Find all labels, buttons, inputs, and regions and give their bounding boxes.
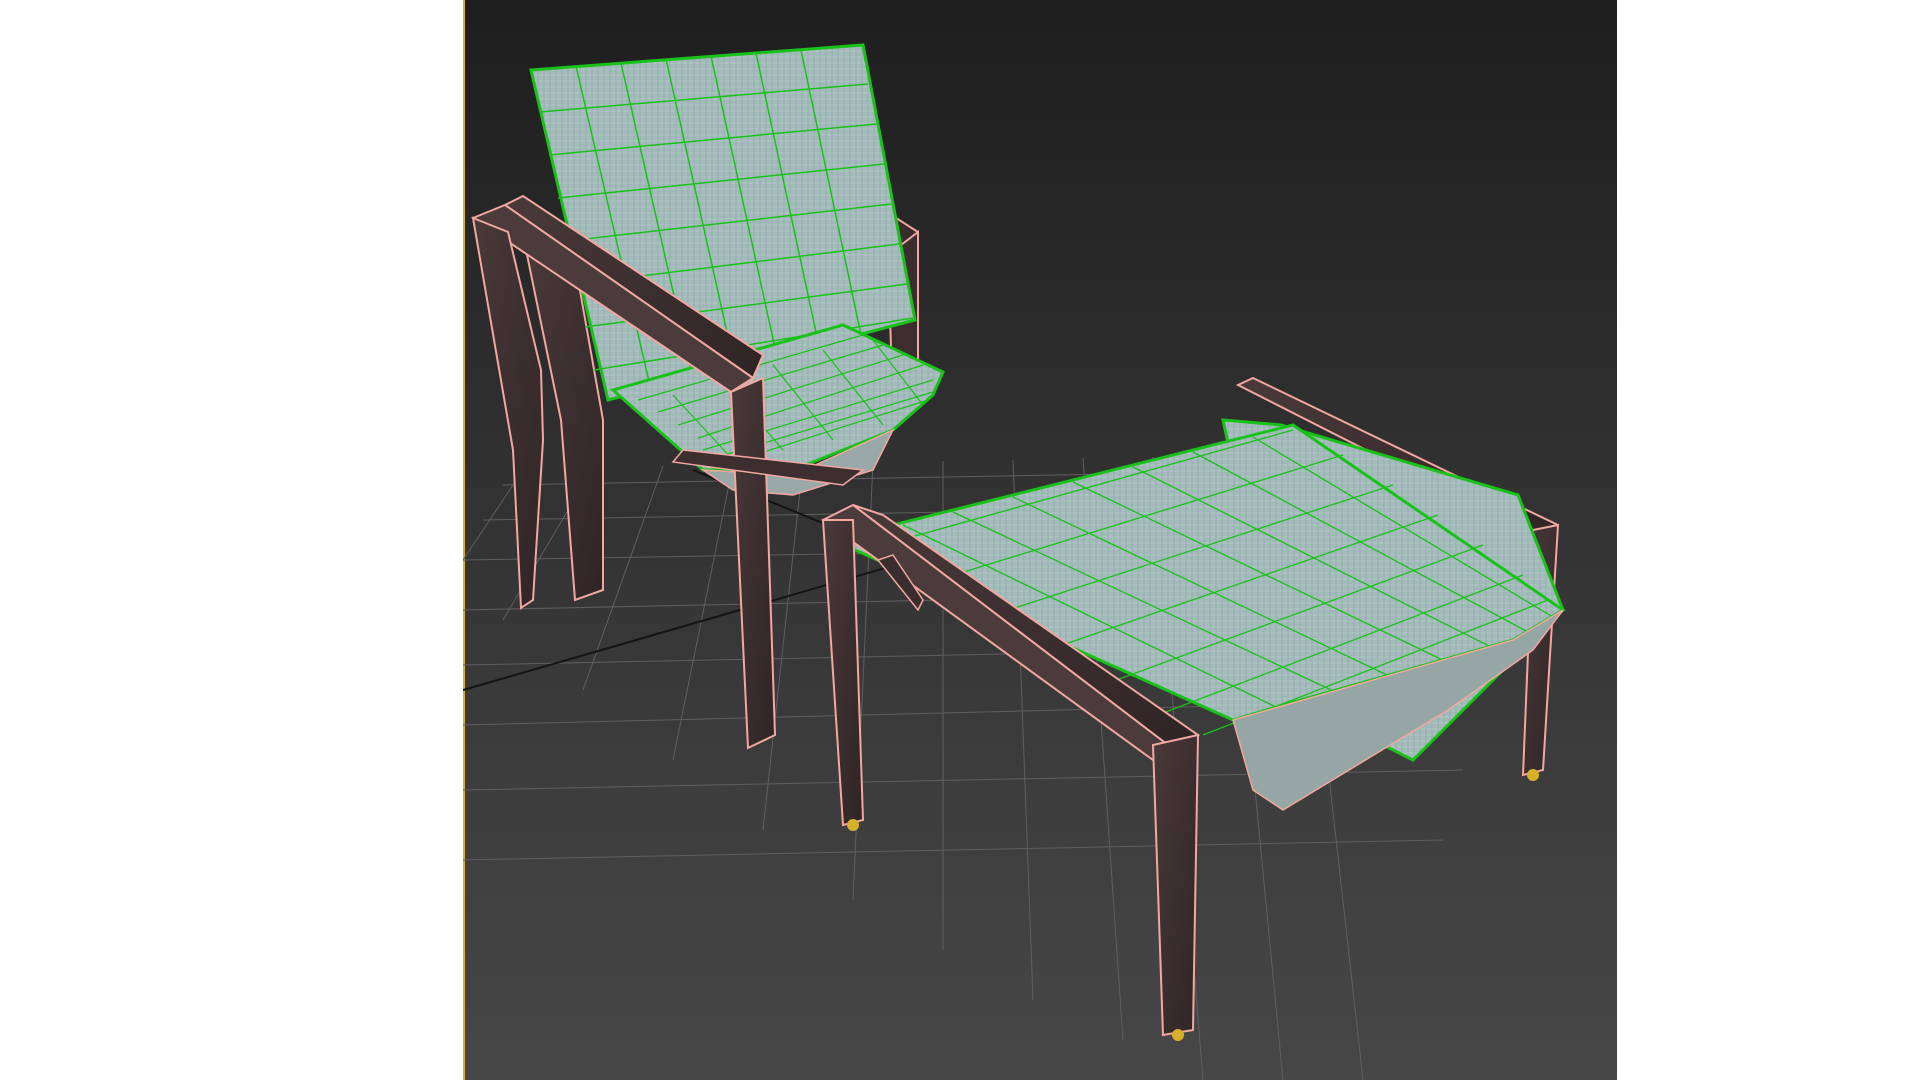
- perspective-viewport[interactable]: [463, 0, 1617, 1080]
- scene-render[interactable]: [463, 0, 1617, 1080]
- page: [0, 0, 1920, 1080]
- chair-object: [470, 43, 945, 750]
